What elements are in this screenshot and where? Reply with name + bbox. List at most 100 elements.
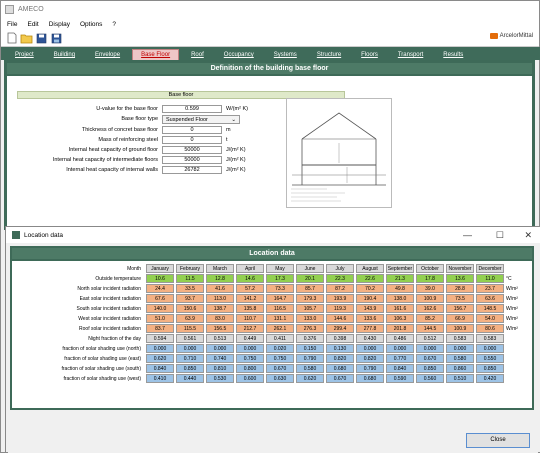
- value-cell[interactable]: 13.6: [446, 274, 474, 283]
- tab-transport[interactable]: Transport: [390, 52, 431, 60]
- value-cell[interactable]: 0.000: [146, 344, 174, 353]
- value-cell[interactable]: 0.561: [176, 334, 204, 343]
- value-cell[interactable]: 12.8: [206, 274, 234, 283]
- value-cell[interactable]: 143.9: [356, 304, 384, 313]
- value-cell[interactable]: 0.000: [176, 344, 204, 353]
- value-cell[interactable]: 67.6: [146, 294, 174, 303]
- value-cell[interactable]: 164.7: [266, 294, 294, 303]
- menu-file[interactable]: File: [7, 21, 17, 28]
- value-cell[interactable]: 0.410: [146, 374, 174, 383]
- value-cell[interactable]: 0.600: [236, 374, 264, 383]
- value-cell[interactable]: 17.3: [266, 274, 294, 283]
- value-cell[interactable]: 144.5: [416, 324, 444, 333]
- value-cell[interactable]: 85.7: [296, 284, 324, 293]
- value-cell[interactable]: 0.510: [446, 374, 474, 383]
- value-cell[interactable]: 110.7: [236, 314, 264, 323]
- tab-structure[interactable]: Structure: [309, 52, 349, 60]
- tab-project[interactable]: Project: [7, 52, 42, 60]
- value-cell[interactable]: 0.376: [296, 334, 324, 343]
- value-cell[interactable]: 140.0: [146, 304, 174, 313]
- value-cell[interactable]: 0.000: [476, 344, 504, 353]
- tab-floors[interactable]: Floors: [353, 52, 386, 60]
- value-cell[interactable]: 0.670: [326, 374, 354, 383]
- value-cell[interactable]: 135.8: [236, 304, 264, 313]
- value-cell[interactable]: 0.130: [326, 344, 354, 353]
- value-cell[interactable]: 0.840: [386, 364, 414, 373]
- value-cell[interactable]: 0.150: [296, 344, 324, 353]
- value-cell[interactable]: 0.850: [476, 364, 504, 373]
- value-cell[interactable]: 116.5: [266, 304, 294, 313]
- value-cell[interactable]: 113.0: [206, 294, 234, 303]
- tab-base-floor[interactable]: Base Floor: [132, 49, 180, 60]
- value-cell[interactable]: 83.7: [146, 324, 174, 333]
- value-cell[interactable]: 0.583: [476, 334, 504, 343]
- value-cell[interactable]: 14.6: [236, 274, 264, 283]
- value-cell[interactable]: 0.860: [446, 364, 474, 373]
- ground-capacity-input[interactable]: 50000: [162, 146, 222, 154]
- value-cell[interactable]: 51.0: [146, 314, 174, 323]
- value-cell[interactable]: 119.3: [326, 304, 354, 313]
- value-cell[interactable]: 144.6: [326, 314, 354, 323]
- value-cell[interactable]: 106.3: [386, 314, 414, 323]
- value-cell[interactable]: 201.8: [386, 324, 414, 333]
- value-cell[interactable]: 0.790: [296, 354, 324, 363]
- save-icon[interactable]: [35, 32, 48, 45]
- value-cell[interactable]: 0.430: [356, 334, 384, 343]
- value-cell[interactable]: 0.840: [146, 364, 174, 373]
- value-cell[interactable]: 133.6: [356, 314, 384, 323]
- walls-capacity-input[interactable]: 26782: [162, 166, 222, 174]
- value-cell[interactable]: 22.3: [326, 274, 354, 283]
- value-cell[interactable]: 70.2: [356, 284, 384, 293]
- value-cell[interactable]: 73.5: [446, 294, 474, 303]
- save-as-icon[interactable]: [50, 32, 63, 45]
- value-cell[interactable]: 179.3: [296, 294, 324, 303]
- value-cell[interactable]: 39.0: [416, 284, 444, 293]
- value-cell[interactable]: 0.550: [476, 354, 504, 363]
- floor-type-select[interactable]: Suspended Floor ⌄: [162, 114, 240, 124]
- value-cell[interactable]: 262.1: [266, 324, 294, 333]
- value-cell[interactable]: 148.5: [476, 304, 504, 313]
- value-cell[interactable]: 0.000: [446, 344, 474, 353]
- value-cell[interactable]: 28.8: [446, 284, 474, 293]
- value-cell[interactable]: 0.449: [236, 334, 264, 343]
- value-cell[interactable]: 0.670: [416, 354, 444, 363]
- value-cell[interactable]: 0.513: [206, 334, 234, 343]
- value-cell[interactable]: 0.000: [416, 344, 444, 353]
- close-button[interactable]: Close: [466, 433, 530, 448]
- value-cell[interactable]: 0.000: [386, 344, 414, 353]
- value-cell[interactable]: 0.530: [206, 374, 234, 383]
- value-cell[interactable]: 11.0: [476, 274, 504, 283]
- value-cell[interactable]: 0.750: [266, 354, 294, 363]
- value-cell[interactable]: 22.6: [356, 274, 384, 283]
- value-cell[interactable]: 54.0: [476, 314, 504, 323]
- menu-edit[interactable]: Edit: [27, 21, 38, 28]
- menu-help[interactable]: ?: [112, 21, 116, 28]
- value-cell[interactable]: 0.000: [206, 344, 234, 353]
- value-cell[interactable]: 0.820: [326, 354, 354, 363]
- value-cell[interactable]: 161.6: [386, 304, 414, 313]
- value-cell[interactable]: 66.9: [446, 314, 474, 323]
- value-cell[interactable]: 100.9: [446, 324, 474, 333]
- value-cell[interactable]: 0.486: [386, 334, 414, 343]
- value-cell[interactable]: 131.1: [266, 314, 294, 323]
- intermediate-capacity-input[interactable]: 50000: [162, 156, 222, 164]
- minimize-icon[interactable]: —: [463, 230, 472, 240]
- value-cell[interactable]: 0.411: [266, 334, 294, 343]
- value-cell[interactable]: 0.000: [356, 344, 384, 353]
- value-cell[interactable]: 0.398: [326, 334, 354, 343]
- value-cell[interactable]: 0.020: [266, 344, 294, 353]
- value-cell[interactable]: 138.7: [206, 304, 234, 313]
- value-cell[interactable]: 0.770: [386, 354, 414, 363]
- tab-results[interactable]: Results: [435, 52, 471, 60]
- value-cell[interactable]: 87.2: [326, 284, 354, 293]
- open-folder-icon[interactable]: [20, 32, 33, 45]
- value-cell[interactable]: 0.580: [446, 354, 474, 363]
- menu-display[interactable]: Display: [49, 21, 70, 28]
- value-cell[interactable]: 83.0: [206, 314, 234, 323]
- close-icon[interactable]: ✕: [524, 230, 532, 241]
- value-cell[interactable]: 0.630: [266, 374, 294, 383]
- value-cell[interactable]: 0.680: [356, 374, 384, 383]
- value-cell[interactable]: 20.1: [296, 274, 324, 283]
- tab-systems[interactable]: Systems: [266, 52, 305, 60]
- value-cell[interactable]: 0.850: [176, 364, 204, 373]
